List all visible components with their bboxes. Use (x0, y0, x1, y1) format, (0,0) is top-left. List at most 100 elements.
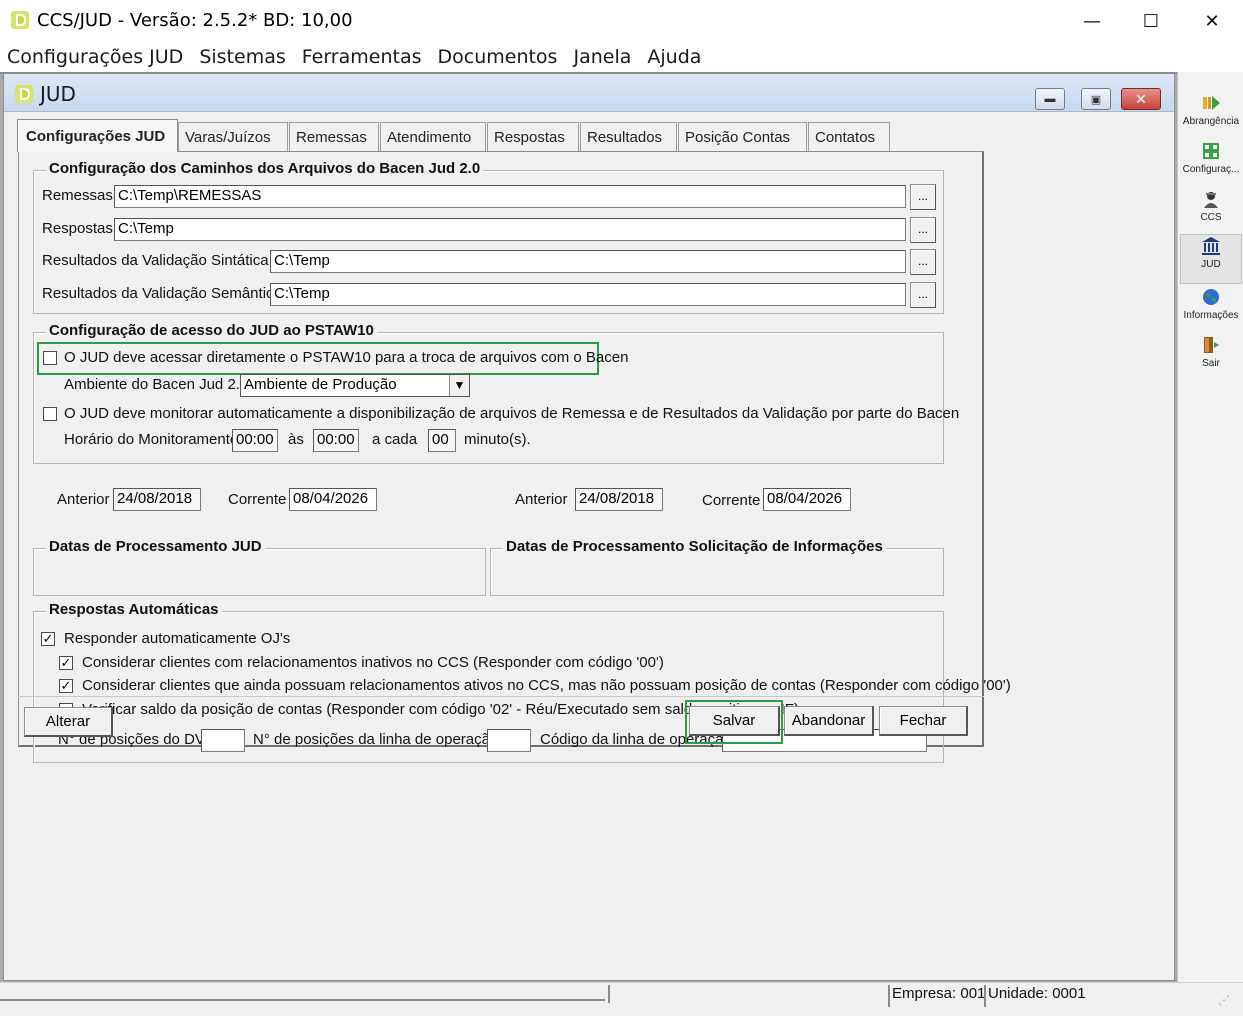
active-no-position-checkbox[interactable]: ✓ (59, 679, 73, 693)
ambiente-select[interactable]: Ambiente de Produção ▼ (240, 374, 470, 397)
tab-posicao-contas[interactable]: Posição Contas (678, 122, 807, 152)
as-label: às (288, 431, 304, 448)
ambiente-label: Ambiente do Bacen Jud 2.0 (64, 376, 249, 393)
minimize-icon: — (1083, 10, 1101, 32)
right-toolbar: Abrangência Configuraç... CCS JUD Inform… (1177, 72, 1243, 982)
maximize-button[interactable]: ☐ (1121, 0, 1181, 42)
status-progress-track (0, 985, 605, 1001)
menu-ferramentas[interactable]: Ferramentas (294, 46, 430, 68)
horario-label: Horário do Monitoramento (64, 431, 239, 448)
child-minimize-button[interactable]: ▬ (1035, 88, 1065, 110)
inactive-clients-label: Considerar clientes com relacionamentos … (82, 654, 664, 671)
dropdown-arrow-icon[interactable]: ▼ (449, 375, 469, 396)
tab-remessas[interactable]: Remessas (289, 122, 379, 152)
dates-jud-title: Datas de Processamento JUD (46, 538, 265, 555)
paths-group-title: Configuração dos Caminhos dos Arquivos d… (46, 160, 484, 177)
jud-corrente-input[interactable]: 08/04/2026 (289, 488, 377, 511)
auto-respond-checkbox[interactable]: ✓ (41, 632, 55, 646)
toolbar-informacoes[interactable]: Informações (1180, 286, 1242, 334)
status-empresa: Empresa: 001 (888, 985, 985, 1007)
abrangencia-icon (1203, 96, 1220, 110)
tab-respostas[interactable]: Respostas (487, 122, 579, 152)
minutos-label: minuto(s). (464, 431, 531, 448)
auto-responses-title: Respostas Automáticas (46, 601, 222, 618)
tab-configuracoes-jud[interactable]: Configurações JUD (17, 119, 178, 152)
alterar-button[interactable]: Alterar (24, 707, 113, 737)
toolbar-sair[interactable]: Sair (1180, 334, 1242, 382)
salvar-button[interactable]: Salvar (689, 706, 780, 736)
child-title-bar: JUD ▬ ▣ ✕ (4, 74, 1174, 112)
sol-corrente-label: Corrente (702, 492, 761, 509)
semantica-label: Resultados da Validação Semântica (42, 285, 282, 302)
dates-sol-title: Datas de Processamento Solicitação de In… (503, 538, 886, 555)
sintatica-path-input[interactable]: C:\Temp (270, 250, 906, 273)
respostas-path-input[interactable]: C:\Temp (114, 218, 906, 241)
sol-anterior-input[interactable]: 24/08/2018 (575, 488, 663, 511)
toolbar-jud[interactable]: JUD (1180, 234, 1242, 284)
direct-access-checkbox[interactable] (43, 351, 57, 365)
inactive-clients-checkbox[interactable]: ✓ (59, 656, 73, 670)
restore-icon: ▣ (1090, 93, 1102, 106)
bank-icon (1202, 237, 1220, 255)
toolbar-informacoes-label: Informações (1183, 310, 1239, 321)
maximize-icon: ☐ (1142, 10, 1160, 32)
interval-input[interactable]: 00 (428, 429, 456, 452)
dates-jud-frame: Datas de Processamento JUD (33, 538, 486, 596)
menu-janela[interactable]: Janela (565, 46, 639, 68)
child-restore-button[interactable]: ▣ (1081, 88, 1111, 110)
menu-sistemas[interactable]: Sistemas (191, 46, 293, 68)
monitor-label: O JUD deve monitorar automaticamente a d… (64, 405, 960, 422)
child-close-button[interactable]: ✕ (1121, 88, 1161, 110)
menu-configuracoes-jud[interactable]: Configurações JUD (0, 46, 191, 68)
configuracoes-icon (1203, 143, 1219, 159)
resize-grip-icon[interactable]: ⋰ (1218, 993, 1240, 1013)
minimize-button[interactable]: — (1062, 0, 1122, 42)
respostas-label: Respostas (42, 220, 113, 237)
child-window-title: JUD (40, 82, 76, 106)
tab-varas-juizos[interactable]: Varas/Juízos (178, 122, 288, 152)
toolbar-ccs[interactable]: CCS (1180, 188, 1242, 236)
close-icon: ✕ (1135, 90, 1147, 107)
tab-resultados[interactable]: Resultados (580, 122, 677, 152)
status-separator (608, 985, 612, 1003)
toolbar-configuracoes[interactable]: Configuraç... (1180, 140, 1242, 188)
remessas-label: Remessas (42, 187, 113, 204)
tab-page-configuracoes: Configuração dos Caminhos dos Arquivos d… (18, 151, 1011, 763)
sintatica-label: Resultados da Validação Sintática (42, 252, 269, 269)
horario-to-input[interactable]: 00:00 (313, 429, 359, 452)
status-unidade: Unidade: 0001 (984, 985, 1086, 1007)
toolbar-abrangencia[interactable]: Abrangência (1180, 92, 1242, 140)
abandonar-button[interactable]: Abandonar (784, 706, 874, 736)
semantica-path-input[interactable]: C:\Temp (270, 283, 906, 306)
remessas-browse-button[interactable]: ... (910, 184, 936, 210)
status-bar: Empresa: 001 Unidade: 0001 ⋰ (0, 982, 1243, 1016)
title-bar: CCS/JUD - Versão: 2.5.2* BD: 10,00 — ☐ ✕ (0, 0, 1243, 42)
tab-contatos[interactable]: Contatos (808, 122, 890, 152)
dates-sol-group: Datas de Processamento Solicitação de In… (490, 538, 944, 596)
access-group-title: Configuração de acesso do JUD ao PSTAW10 (46, 322, 377, 339)
menu-ajuda[interactable]: Ajuda (639, 46, 709, 68)
minimize-icon: ▬ (1044, 93, 1056, 105)
jud-anterior-input[interactable]: 24/08/2018 (113, 488, 201, 511)
respostas-browse-button[interactable]: ... (910, 217, 936, 243)
active-no-position-label: Considerar clientes que ainda possuam re… (82, 677, 1011, 694)
close-button[interactable]: ✕ (1182, 0, 1242, 42)
jud-anterior-label: Anterior (57, 491, 110, 508)
app-logo-icon (11, 11, 29, 29)
menu-documentos[interactable]: Documentos (430, 46, 566, 68)
toolbar-abrangencia-label: Abrangência (1182, 116, 1240, 127)
globe-icon (1203, 289, 1219, 305)
tab-atendimento[interactable]: Atendimento (380, 122, 486, 152)
sintatica-browse-button[interactable]: ... (910, 249, 936, 275)
remessas-path-input[interactable]: C:\Temp\REMESSAS (114, 185, 906, 208)
monitor-checkbox[interactable] (43, 407, 57, 421)
window-title: CCS/JUD - Versão: 2.5.2* BD: 10,00 (37, 10, 353, 31)
semantica-browse-button[interactable]: ... (910, 282, 936, 308)
close-icon: ✕ (1204, 10, 1220, 32)
jud-child-window: JUD ▬ ▣ ✕ Configurações JUD Varas/Juízos… (3, 73, 1175, 981)
fechar-button[interactable]: Fechar (879, 706, 968, 736)
horario-from-input[interactable]: 00:00 (232, 429, 278, 452)
sol-corrente-input[interactable]: 08/04/2026 (763, 488, 851, 511)
toolbar-sair-label: Sair (1202, 358, 1220, 369)
ccs-icon (1204, 192, 1218, 208)
